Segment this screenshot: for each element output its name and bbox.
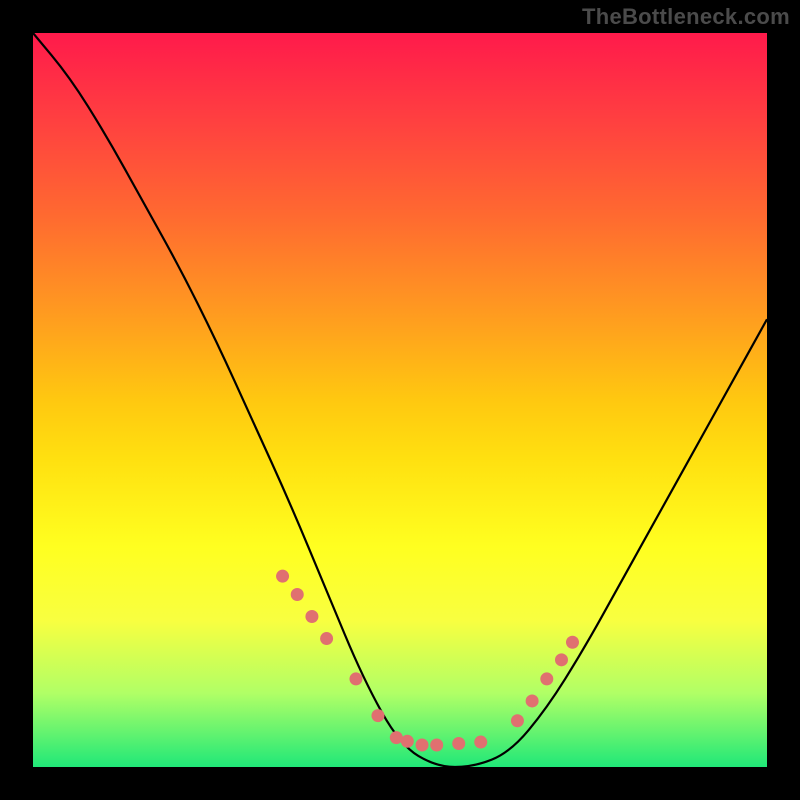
highlight-dot [320, 632, 333, 645]
highlight-dot [430, 738, 443, 751]
highlight-dot [416, 738, 429, 751]
highlight-dot [371, 709, 384, 722]
highlight-dot [566, 636, 579, 649]
curve-svg [33, 33, 767, 767]
highlight-dot [401, 735, 414, 748]
highlight-dot [540, 672, 553, 685]
bottleneck-curve [33, 33, 767, 767]
highlight-dot [526, 694, 539, 707]
highlight-dot [349, 672, 362, 685]
highlight-dot [276, 570, 289, 583]
highlight-dot [474, 736, 487, 749]
highlight-dot [452, 737, 465, 750]
chart-frame: TheBottleneck.com [0, 0, 800, 800]
highlight-dot [511, 714, 524, 727]
watermark-text: TheBottleneck.com [582, 4, 790, 30]
highlight-dot [291, 588, 304, 601]
highlight-dot [305, 610, 318, 623]
highlight-dot [390, 731, 403, 744]
highlight-dot [555, 653, 568, 666]
